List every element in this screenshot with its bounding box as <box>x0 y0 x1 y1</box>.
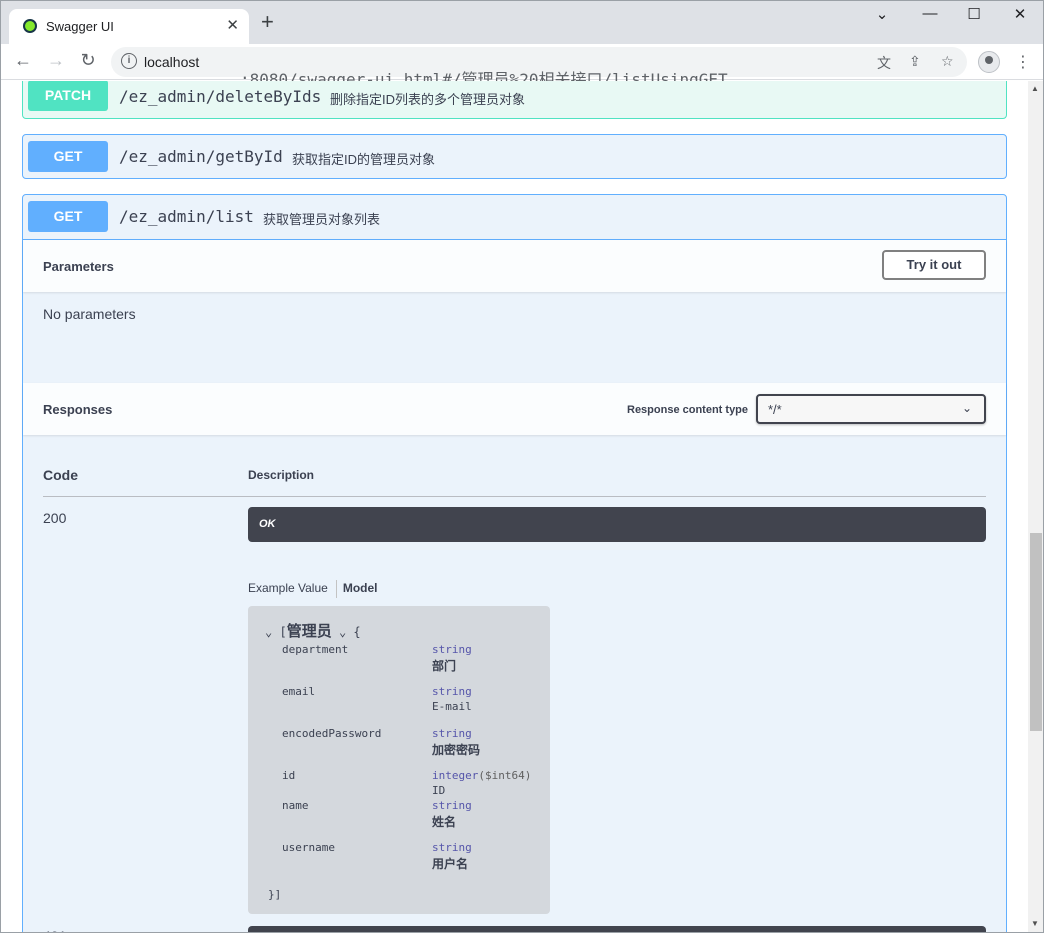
url-text[interactable]: localhost:8080/swagger-ui.html#/管理员%20相关… <box>144 54 728 89</box>
response-description-bar: OK <box>248 507 986 542</box>
property-description: 用户名 <box>432 857 469 871</box>
operation-path: /ez_admin/getById <box>119 147 283 166</box>
page-scrollbar[interactable]: ▲ ▼ <box>1028 81 1043 932</box>
browser-toolbar: ← → ↻ i localhost:8080/swagger-ui.html#/… <box>1 44 1043 89</box>
translate-icon[interactable]: ⽂ <box>877 53 891 73</box>
minimize-icon[interactable]: — <box>915 5 945 27</box>
browser-tab[interactable]: Swagger UI ✕ <box>9 9 249 44</box>
expand-chevron-icon[interactable]: ⌄ <box>339 625 346 639</box>
responses-header: Responses Response content type */* ⌄ <box>23 383 1006 435</box>
model-header[interactable]: ⌄ [管理员 ⌄ { <box>265 620 361 641</box>
parameters-title: Parameters <box>43 259 114 274</box>
swagger-favicon-icon <box>23 19 37 33</box>
scroll-up-icon[interactable]: ▲ <box>1031 84 1039 93</box>
property-name: name <box>282 799 309 812</box>
no-parameters-text: No parameters <box>43 306 136 322</box>
profile-avatar-icon[interactable] <box>978 51 1000 73</box>
operation-list: GET /ez_admin/list 获取管理员对象列表 Parameters … <box>22 194 1007 932</box>
operation-summary: 获取管理员对象列表 <box>263 212 381 227</box>
method-badge: GET <box>28 201 108 232</box>
collapse-chevron-icon[interactable]: ⌄ <box>265 625 272 639</box>
property-type: string <box>432 685 472 698</box>
share-icon[interactable]: ⇪ <box>909 53 921 70</box>
operation-summary: 删除指定ID列表的多个管理员对象 <box>330 92 526 107</box>
property-description: ID <box>432 784 446 797</box>
scrollbar-thumb[interactable] <box>1030 533 1042 731</box>
property-description: 部门 <box>432 659 457 673</box>
method-badge: GET <box>28 141 108 172</box>
table-divider <box>43 496 986 497</box>
back-icon[interactable]: ← <box>11 50 35 71</box>
method-badge: PATCH <box>28 81 108 111</box>
browser-window: Swagger UI ✕ + ⌄ — ☐ ✕ ← → ↻ i localhost… <box>0 0 1044 933</box>
property-type: integer($int64) <box>432 769 532 782</box>
property-name: department <box>282 643 349 656</box>
model-schema-box: ⌄ [管理员 ⌄ { department string 部门 email st… <box>248 606 550 914</box>
chevron-down-icon: ⌄ <box>961 401 972 415</box>
property-description: 姓名 <box>432 815 457 829</box>
property-name: username <box>282 841 335 854</box>
forward-icon[interactable]: → <box>44 50 68 71</box>
tab-title: Swagger UI <box>46 19 114 34</box>
more-menu-icon[interactable]: ⋮ <box>1015 52 1031 72</box>
scroll-down-icon[interactable]: ▼ <box>1031 919 1039 928</box>
address-bar[interactable]: i localhost:8080/swagger-ui.html#/管理员%20… <box>111 47 967 89</box>
reload-icon[interactable]: ↻ <box>76 50 100 71</box>
property-type: string <box>432 643 472 656</box>
selected-content-type: */* <box>768 402 782 417</box>
property-type: string <box>432 841 472 854</box>
description-column-header: Description <box>248 468 315 482</box>
operation-getById[interactable]: GET /ez_admin/getById 获取指定ID的管理员对象 <box>22 134 1007 179</box>
model-title: 管理员 <box>286 622 332 640</box>
close-tab-icon[interactable]: ✕ <box>226 16 239 34</box>
site-info-icon[interactable]: i <box>121 53 137 69</box>
tab-example-value[interactable]: Example Value <box>248 581 328 595</box>
response-description: OK <box>259 518 276 530</box>
responses-title: Responses <box>43 402 113 417</box>
property-description: E-mail <box>432 700 472 713</box>
try-it-out-button[interactable]: Try it out <box>882 250 986 280</box>
property-type: string <box>432 727 472 740</box>
property-name: email <box>282 685 316 698</box>
new-tab-icon[interactable]: + <box>261 11 274 33</box>
property-type: string <box>432 799 472 812</box>
code-column-header: Code <box>43 467 78 483</box>
response-content-type-select[interactable]: */* ⌄ <box>756 394 986 424</box>
example-model-tabs: Example Value Model <box>248 580 378 598</box>
property-name: id <box>282 769 296 782</box>
model-close-brace: }] <box>268 888 282 901</box>
tab-model[interactable]: Model <box>343 581 378 595</box>
operation-path: /ez_admin/list <box>119 207 254 226</box>
operation-deleteByIds[interactable]: PATCH /ez_admin/deleteByIds 删除指定ID列表的多个管… <box>22 81 1007 119</box>
response-code: 200 <box>43 510 67 526</box>
tab-strip: Swagger UI ✕ + ⌄ — ☐ ✕ <box>1 1 1043 44</box>
response-code: 401 <box>43 928 66 932</box>
property-description: 加密密码 <box>432 743 481 757</box>
property-name: encodedPassword <box>282 727 382 740</box>
operation-summary-bar[interactable]: GET /ez_admin/list 获取管理员对象列表 <box>23 195 1006 239</box>
maximize-icon[interactable]: ☐ <box>959 5 989 27</box>
response-description-bar <box>248 926 986 932</box>
parameters-header: Parameters Try it out <box>23 240 1006 292</box>
close-window-icon[interactable]: ✕ <box>1005 5 1035 27</box>
tab-search-icon[interactable]: ⌄ <box>867 5 897 27</box>
operation-summary: 获取指定ID的管理员对象 <box>292 152 436 167</box>
operation-path: /ez_admin/deleteByIds <box>119 87 322 106</box>
swagger-page: PATCH /ez_admin/deleteByIds 删除指定ID列表的多个管… <box>1 81 1028 932</box>
response-content-type-label: Response content type <box>627 404 749 416</box>
bookmark-star-icon[interactable]: ☆ <box>941 53 954 70</box>
